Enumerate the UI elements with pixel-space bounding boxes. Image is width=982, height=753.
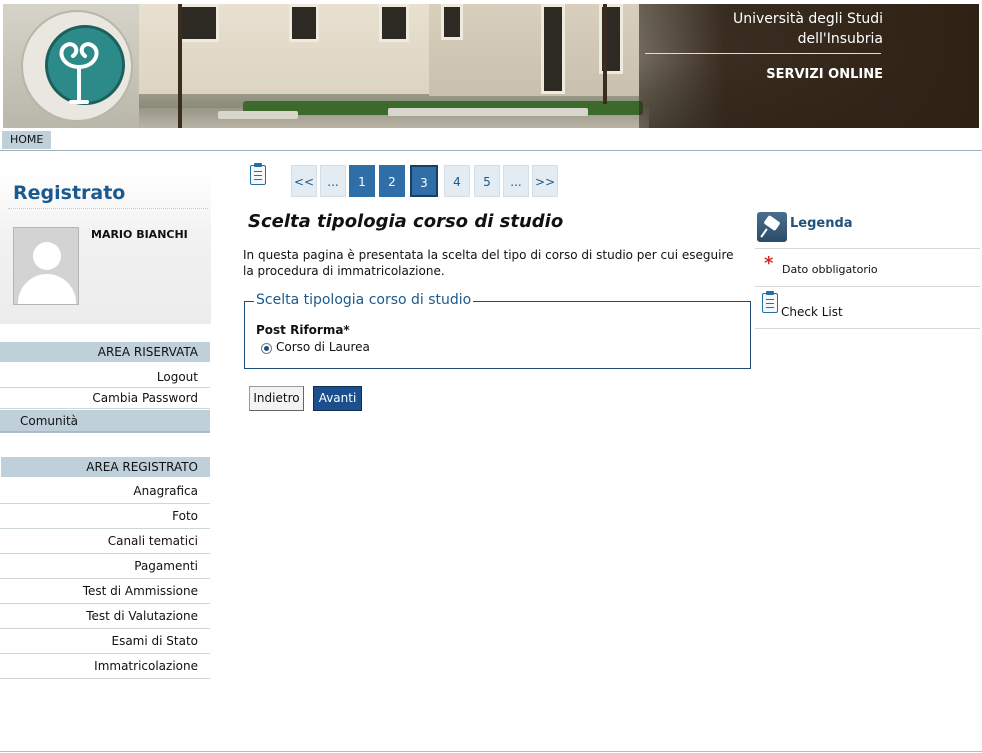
pager-page-1[interactable]: 1 (349, 165, 375, 197)
legend-checklist-link[interactable]: Check List (781, 305, 843, 319)
sidebar-item-immatricolazione[interactable]: Immatricolazione (0, 654, 210, 679)
university-name-line1: Università degli Studi (732, 11, 883, 27)
back-button[interactable]: Indietro (249, 386, 304, 411)
corso-di-laurea-label[interactable]: Corso di Laurea (276, 340, 370, 354)
sidebar-item-community[interactable]: Comunità (0, 410, 210, 433)
user-box: Registrato MARIO BIANCHI (0, 174, 211, 324)
home-link[interactable]: HOME (2, 131, 52, 149)
post-riforma-label: Post Riforma* (256, 323, 350, 337)
pin-icon (757, 212, 787, 242)
pager-page-5[interactable]: 5 (474, 165, 500, 197)
header-divider (645, 53, 881, 54)
sidebar-item-test-ammissione[interactable]: Test di Ammissione (0, 579, 210, 604)
intro-text: In questa pagina è presentata la scelta … (243, 248, 734, 278)
sidebar-item-pagamenti[interactable]: Pagamenti (0, 554, 210, 579)
course-type-fieldset: Scelta tipologia corso di studio Post Ri… (244, 292, 751, 369)
pager-ellipsis-before[interactable]: ... (320, 165, 346, 197)
sidebar-title: Registrato (13, 182, 126, 204)
user-avatar-icon (13, 227, 79, 305)
sidebar-item-change-password[interactable]: Cambia Password (0, 388, 210, 409)
legend-row-required: * Dato obbligatorio (755, 249, 980, 287)
divider (8, 208, 208, 209)
next-button[interactable]: Avanti (313, 386, 362, 411)
pager-page-2[interactable]: 2 (379, 165, 405, 197)
banner-tree (178, 4, 182, 128)
user-name: MARIO BIANCHI (91, 228, 188, 241)
services-title: SERVIZI ONLINE (766, 67, 883, 82)
pager-ellipsis-after[interactable]: ... (503, 165, 529, 197)
university-seal-icon (21, 10, 133, 122)
banner-building-left (139, 4, 429, 94)
corso-di-laurea-radio[interactable] (261, 343, 272, 354)
university-name: Università degli Studi dell'Insubria (663, 9, 883, 49)
banner-bench (388, 108, 588, 116)
asterisk-icon: * (764, 253, 774, 274)
pager-page-4[interactable]: 4 (444, 165, 470, 197)
legend-required-text: Dato obbligatorio (782, 263, 878, 276)
sidebar-item-esami-di-stato[interactable]: Esami di Stato (0, 629, 210, 654)
pager-first-button[interactable]: << (291, 165, 317, 197)
sidebar-item-test-valutazione[interactable]: Test di Valutazione (0, 604, 210, 629)
legend-header: Legenda (755, 205, 980, 249)
page-title: Scelta tipologia corso di studio (248, 211, 564, 232)
reserved-area-heading: AREA RISERVATA (0, 342, 210, 362)
banner-tree (603, 4, 607, 104)
banner-building-right (429, 4, 639, 96)
sidebar-item-logout[interactable]: Logout (0, 367, 210, 388)
clipboard-icon[interactable] (250, 163, 266, 185)
pager-last-button[interactable]: >> (532, 165, 558, 197)
university-name-line2: dell'Insubria (797, 31, 883, 47)
banner-bench (218, 111, 298, 119)
footer-divider (0, 751, 982, 752)
header-banner: Università degli Studi dell'Insubria SER… (3, 4, 979, 128)
clipboard-icon (762, 291, 778, 313)
top-navigation: HOME (0, 131, 982, 151)
university-logo (3, 4, 139, 128)
sidebar-item-anagrafica[interactable]: Anagrafica (0, 479, 210, 504)
legend-title: Legenda (790, 216, 853, 231)
pager-page-3-current[interactable]: 3 (410, 165, 438, 197)
legend-row-checklist: Check List (755, 287, 980, 329)
fieldset-legend: Scelta tipologia corso di studio (254, 292, 474, 308)
registered-area-heading: AREA REGISTRATO (1, 457, 210, 477)
sidebar-item-foto[interactable]: Foto (0, 504, 210, 529)
sidebar-item-canali-tematici[interactable]: Canali tematici (0, 529, 210, 554)
